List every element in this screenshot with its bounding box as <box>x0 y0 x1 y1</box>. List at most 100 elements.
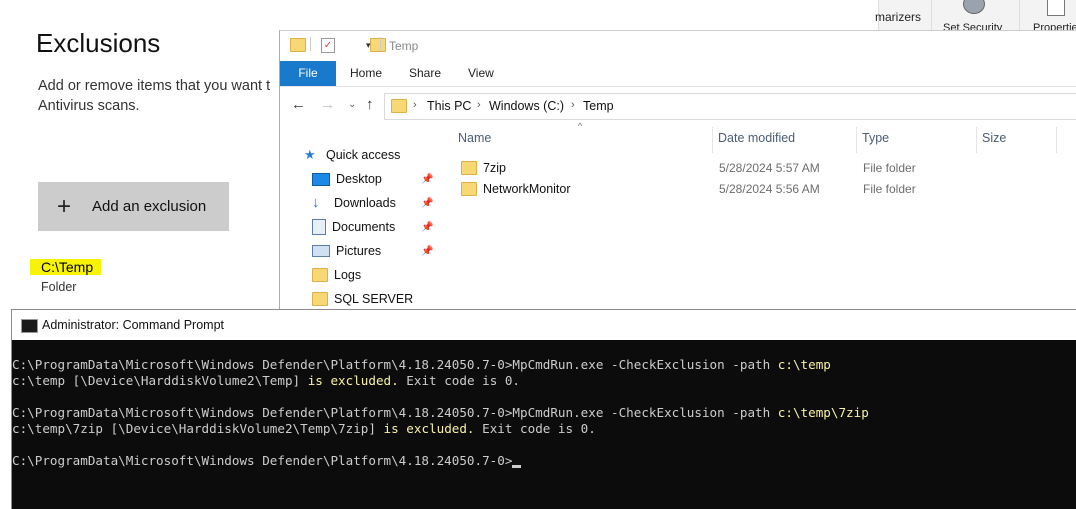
sort-ascending-icon: ^ <box>578 121 583 131</box>
nav-item-pictures[interactable]: Pictures <box>312 240 381 262</box>
breadcrumb-windows-c[interactable]: Windows (C:) <box>489 99 564 113</box>
address-bar-row: ← → ⌄ ↑ › This PC › Windows (C:) › Temp <box>280 87 1076 123</box>
console-output-path: c:\temp [\Device\HarddiskVolume2\Temp] <box>12 373 308 388</box>
toolbar-separator <box>1019 0 1020 34</box>
add-exclusion-button[interactable]: + Add an exclusion <box>38 182 229 231</box>
properties-check-icon[interactable]: ✓ <box>321 38 335 53</box>
column-separator[interactable] <box>1056 127 1057 153</box>
nav-item-label: Logs <box>334 268 362 282</box>
folder-icon <box>312 292 328 306</box>
tab-view[interactable]: View <box>468 61 494 86</box>
console-arg: c:\temp <box>777 357 831 372</box>
nav-item-desktop[interactable]: Desktop <box>312 168 382 190</box>
console-exit-code: Exit code is 0. <box>474 421 596 436</box>
console-prompt: C:\ProgramData\Microsoft\Windows Defende… <box>12 357 513 372</box>
nav-item-label: Documents <box>332 220 396 234</box>
console-prompt: C:\ProgramData\Microsoft\Windows Defende… <box>12 405 513 420</box>
column-header-type[interactable]: Type <box>862 131 889 145</box>
file-type: File folder <box>863 161 916 175</box>
command-prompt-window: Administrator: Command Prompt C:\Program… <box>11 309 1076 509</box>
tab-home[interactable]: Home <box>350 61 382 86</box>
column-separator[interactable] <box>856 127 857 153</box>
toolbar-separator <box>931 0 932 34</box>
pictures-icon <box>312 245 330 257</box>
tab-file[interactable]: File <box>280 61 336 86</box>
address-bar[interactable]: › This PC › Windows (C:) › Temp <box>384 93 1076 120</box>
exclusion-item-path[interactable]: C:\Temp <box>30 259 102 275</box>
nav-item-label: Downloads <box>334 196 396 210</box>
downloads-icon: ↓ <box>312 194 320 211</box>
nav-item-documents[interactable]: Documents <box>312 216 395 238</box>
breadcrumb-this-pc[interactable]: This PC <box>427 99 471 113</box>
ribbon-tabs: File Home Share View <box>280 61 1076 87</box>
folder-icon <box>290 38 306 52</box>
pin-icon: 📌 <box>421 246 434 257</box>
chevron-right-icon: › <box>477 99 481 111</box>
set-security-icon <box>963 0 985 14</box>
file-explorer-window: ✓ ▾ Temp File Home Share View ← → ⌄ ↑ › … <box>279 30 1076 311</box>
nav-item-sql-server[interactable]: SQL SERVER <box>312 288 413 310</box>
new-folder-icon[interactable] <box>370 38 387 52</box>
column-header-name[interactable]: Name <box>458 131 491 145</box>
tab-share[interactable]: Share <box>409 61 441 86</box>
folder-icon <box>461 182 477 196</box>
exclusion-item-type: Folder <box>41 280 77 294</box>
console-output[interactable]: C:\ProgramData\Microsoft\Windows Defende… <box>12 357 1076 469</box>
file-name: 7zip <box>483 161 506 175</box>
window-title: Temp <box>389 39 419 53</box>
console-exit-code: Exit code is 0. <box>398 373 521 388</box>
cmd-window-title: Administrator: Command Prompt <box>42 318 225 332</box>
file-type: File folder <box>863 182 916 196</box>
nav-item-quick-access[interactable]: ★ Quick access <box>304 144 400 166</box>
page-description: Add or remove items that you want t Anti… <box>38 78 271 114</box>
qat-separator <box>310 37 311 51</box>
up-arrow-icon[interactable]: ↑ <box>366 96 374 113</box>
nav-item-label: SQL SERVER <box>334 292 414 306</box>
cmd-icon <box>21 319 38 333</box>
folder-icon <box>461 161 477 175</box>
qat-dropdown-icon[interactable]: ▾ <box>366 40 371 51</box>
console-prompt: C:\ProgramData\Microsoft\Windows Defende… <box>12 453 513 468</box>
recent-locations-chevron-icon[interactable]: ⌄ <box>348 99 356 110</box>
file-date: 5/28/2024 5:57 AM <box>719 161 820 175</box>
cmd-title-bar[interactable]: Administrator: Command Prompt <box>12 310 1076 340</box>
nav-item-label: Desktop <box>336 172 382 186</box>
console-output-path: c:\temp\7zip [\Device\HarddiskVolume2\Te… <box>12 421 384 436</box>
pin-icon: 📌 <box>421 222 434 233</box>
column-header-date-modified[interactable]: Date modified <box>718 131 795 145</box>
console-excluded: is excluded. <box>307 373 399 388</box>
forward-arrow-icon[interactable]: → <box>320 96 335 113</box>
file-name: NetworkMonitor <box>483 182 571 196</box>
folder-icon <box>312 268 328 282</box>
chevron-right-icon: › <box>413 99 417 111</box>
column-separator[interactable] <box>976 127 977 153</box>
nav-item-label: Pictures <box>336 244 382 258</box>
breadcrumb-temp[interactable]: Temp <box>583 99 614 113</box>
background-app-toolbar: marizers Set Security Propertie <box>875 0 1076 34</box>
documents-icon <box>312 219 326 235</box>
quick-access-toolbar: ✓ ▾ Temp <box>280 31 1076 61</box>
text-cursor <box>512 465 522 468</box>
console-command: MpCmdRun.exe -CheckExclusion -path <box>512 405 778 420</box>
add-exclusion-label: Add an exclusion <box>92 198 207 215</box>
nav-item-logs[interactable]: Logs <box>312 264 361 286</box>
page-title: Exclusions <box>36 28 161 58</box>
console-arg: c:\temp\7zip <box>777 405 869 420</box>
console-command: MpCmdRun.exe -CheckExclusion -path <box>512 357 778 372</box>
back-arrow-icon[interactable]: ← <box>291 96 306 113</box>
desktop-icon <box>312 172 330 186</box>
star-icon: ★ <box>304 147 316 162</box>
file-date: 5/28/2024 5:56 AM <box>719 182 820 196</box>
chevron-right-icon: › <box>571 99 575 111</box>
nav-item-downloads[interactable]: ↓ Downloads <box>312 192 396 214</box>
qat-separator <box>380 37 381 51</box>
pin-icon: 📌 <box>421 198 434 209</box>
nav-item-label: Quick access <box>326 148 401 162</box>
pin-icon: 📌 <box>421 174 434 185</box>
toolbar-summarizers-label[interactable]: marizers <box>875 10 921 24</box>
folder-icon <box>391 99 407 113</box>
column-separator[interactable] <box>712 127 713 153</box>
column-header-size[interactable]: Size <box>982 131 1006 145</box>
console-excluded: is excluded. <box>383 421 475 436</box>
plus-icon: + <box>56 192 71 220</box>
